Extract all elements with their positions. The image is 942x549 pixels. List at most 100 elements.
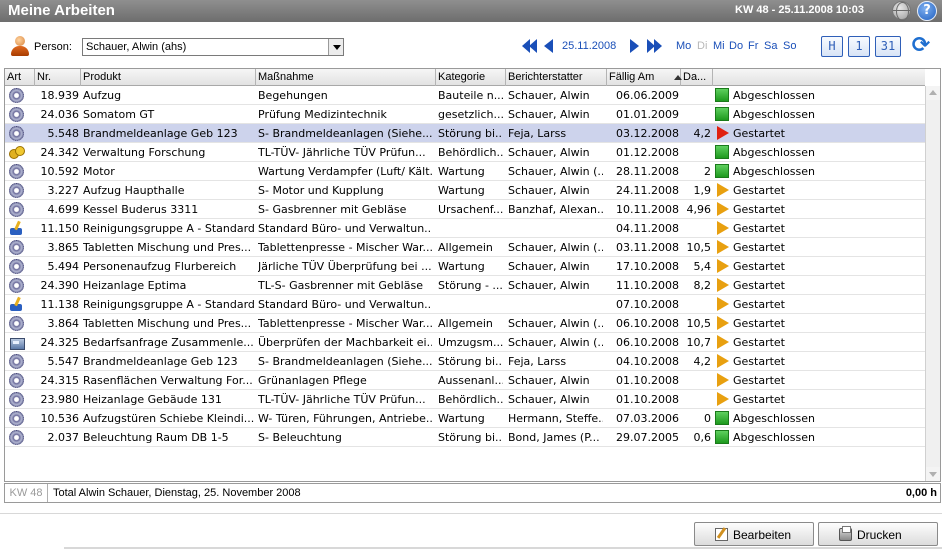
- cell-massnahme: S- Beleuchtung: [258, 431, 342, 444]
- column-header-nr[interactable]: Nr.: [35, 69, 81, 86]
- previous-date-icon[interactable]: [542, 39, 558, 53]
- cell-massnahme: TL-TÜV- Jährliche TÜV Prüfun...: [258, 146, 426, 159]
- weekday-fr[interactable]: Fr: [748, 40, 758, 52]
- cell-kategorie: Aussenanl...: [438, 374, 503, 387]
- table-row[interactable]: 4.699 Kessel Buderus 3311 S- Gasbrenner mi…: [5, 200, 925, 219]
- print-button[interactable]: Drucken: [818, 522, 938, 546]
- table-row[interactable]: 3.864 Tabletten Mischung und Pres... Table…: [5, 314, 925, 333]
- table-row[interactable]: 24.342 Verwaltung Forschung TL-TÜV- Jährli…: [5, 143, 925, 162]
- table-row[interactable]: 3.227 Aufzug Haupthalle S- Motor und Kuppl…: [5, 181, 925, 200]
- cell-faellig: 06.10.2008: [616, 336, 679, 349]
- cell-kategorie: Umzugsm...: [438, 336, 503, 349]
- cell-dauer: 10,5: [686, 317, 712, 330]
- view-hours-button[interactable]: H: [821, 36, 843, 57]
- cell-faellig: 11.10.2008: [616, 279, 679, 292]
- next-date-icon[interactable]: [627, 39, 643, 53]
- scroll-up-icon[interactable]: [926, 86, 940, 100]
- weekday-mi[interactable]: Mi: [713, 40, 725, 52]
- refresh-icon[interactable]: ⟳: [909, 35, 933, 59]
- column-header-berichterstatter[interactable]: Berichterstatter: [506, 69, 607, 86]
- column-header-massnahme[interactable]: Maßnahme: [256, 69, 436, 86]
- cell-massnahme: S- Brandmeldeanlagen (Siehe...: [258, 355, 432, 368]
- table-row[interactable]: 10.536 Aufzugstüren Schiebe Kleindi... W- …: [5, 409, 925, 428]
- cell-massnahme: W- Türen, Führungen, Antriebe...: [258, 412, 432, 425]
- table-row[interactable]: 24.390 Heizanlage Eptima TL-S- Gasbrenner …: [5, 276, 925, 295]
- cell-status: Abgeschlossen: [733, 412, 815, 425]
- table-row[interactable]: 23.980 Heizanlage Gebäude 131 TL-TÜV- Jähr…: [5, 390, 925, 409]
- column-header-kategorie[interactable]: Kategorie: [436, 69, 506, 86]
- cell-massnahme: Prüfung Medizintechnik: [258, 108, 387, 121]
- cell-produkt: Bedarfsanfrage Zusammenle...: [83, 336, 254, 349]
- edit-button[interactable]: Bearbeiten: [694, 522, 814, 546]
- cell-status: Gestartet: [733, 184, 785, 197]
- cell-faellig: 01.12.2008: [616, 146, 679, 159]
- print-button-label: Drucken: [857, 528, 902, 542]
- table-row[interactable]: 18.939 Aufzug Begehungen Bauteile n... Schau…: [5, 86, 925, 105]
- cell-massnahme: Järliche TÜV Überprüfung bei ...: [258, 260, 432, 273]
- cell-status: Gestartet: [733, 260, 785, 273]
- table-row[interactable]: 5.494 Personenaufzug Flurbereich Järliche …: [5, 257, 925, 276]
- work-items-grid: Art Nr. Produkt Maßnahme Kategorie Beric…: [4, 68, 941, 482]
- table-row[interactable]: 2.037 Beleuchtung Raum DB 1-5 S- Beleuchtu…: [5, 428, 925, 447]
- cell-massnahme: S- Motor und Kupplung: [258, 184, 384, 197]
- status-started-icon: [717, 259, 729, 273]
- table-row[interactable]: 3.865 Tabletten Mischung und Pres... Table…: [5, 238, 925, 257]
- last-page-icon[interactable]: [647, 39, 663, 53]
- cell-berichterstatter: [508, 219, 603, 238]
- cell-nr: 24.315: [40, 374, 80, 387]
- table-row[interactable]: 11.138 Reinigungsgruppe A - Standard Stand…: [5, 295, 925, 314]
- cell-kategorie: Bauteile n...: [438, 89, 503, 102]
- cell-berichterstatter: Schauer, Alwin: [508, 260, 590, 273]
- person-dropdown[interactable]: Schauer, Alwin (ahs): [82, 38, 344, 56]
- cell-massnahme: TL-TÜV- Jährliche TÜV Prüfun...: [258, 393, 426, 406]
- cell-kategorie: gesetzlich...: [438, 108, 503, 121]
- table-row[interactable]: 5.547 Brandmeldeanlage Geb 123 S- Brandmel…: [5, 352, 925, 371]
- cell-dauer: [681, 371, 711, 390]
- keys-icon: [9, 145, 25, 160]
- table-row[interactable]: 24.036 Somatom GT Prüfung Medizintechnik ge…: [5, 105, 925, 124]
- globe-icon[interactable]: [892, 1, 911, 21]
- current-date-link[interactable]: 25.11.2008: [562, 40, 616, 52]
- cell-berichterstatter: Banzhaf, Alexan...: [508, 203, 603, 216]
- gear-icon: [9, 126, 24, 141]
- cell-faellig: 06.10.2008: [616, 317, 679, 330]
- weekday-so[interactable]: So: [783, 40, 796, 52]
- view-day-button[interactable]: 1: [848, 36, 870, 57]
- cell-status: Gestartet: [733, 222, 785, 235]
- cell-nr: 11.150: [40, 222, 80, 235]
- cell-berichterstatter: Schauer, Alwin: [508, 393, 590, 406]
- cell-produkt: Tabletten Mischung und Pres...: [83, 317, 252, 330]
- cell-nr: 18.939: [40, 89, 80, 102]
- cell-kategorie: [438, 295, 503, 314]
- vertical-scrollbar[interactable]: [925, 86, 940, 481]
- cell-berichterstatter: Schauer, Alwin: [508, 146, 590, 159]
- cell-produkt: Aufzug: [83, 89, 122, 102]
- cleaning-brush-icon: [9, 221, 24, 236]
- table-row[interactable]: 11.150 Reinigungsgruppe A - Standard Stand…: [5, 219, 925, 238]
- column-header-dauer[interactable]: Da...: [681, 69, 713, 86]
- column-header-faellig-am[interactable]: Fällig Am: [607, 69, 681, 86]
- table-row[interactable]: 10.592 Motor Wartung Verdampfer (Luft/ Käl…: [5, 162, 925, 181]
- table-row[interactable]: 5.548 Brandmeldeanlage Geb 123 S- Brandmel…: [5, 124, 925, 143]
- cell-status: Gestartet: [733, 203, 785, 216]
- cell-faellig: 17.10.2008: [616, 260, 679, 273]
- cell-kategorie: [438, 219, 503, 238]
- table-row[interactable]: 24.325 Bedarfsanfrage Zusammenle... Überpr…: [5, 333, 925, 352]
- cell-kategorie: Störung bi...: [438, 431, 503, 444]
- chevron-down-icon[interactable]: [328, 39, 343, 55]
- cell-produkt: Aufzug Haupthalle: [83, 184, 185, 197]
- column-header-art[interactable]: Art: [5, 69, 35, 86]
- table-row[interactable]: 24.315 Rasenflächen Verwaltung For... Grün…: [5, 371, 925, 390]
- cell-nr: 3.227: [47, 184, 80, 197]
- cell-berichterstatter: Schauer, Alwin: [508, 108, 590, 121]
- weekday-do[interactable]: Do: [729, 40, 743, 52]
- weekday-mo[interactable]: Mo: [676, 40, 691, 52]
- cell-kategorie: Störung bi...: [438, 127, 503, 140]
- view-month-button[interactable]: 31: [875, 36, 901, 57]
- first-page-icon[interactable]: [522, 39, 538, 53]
- scroll-down-icon[interactable]: [926, 467, 940, 481]
- cell-dauer: 2: [704, 165, 711, 178]
- weekday-sa[interactable]: Sa: [764, 40, 777, 52]
- help-icon[interactable]: ?: [917, 1, 937, 21]
- column-header-produkt[interactable]: Produkt: [81, 69, 256, 86]
